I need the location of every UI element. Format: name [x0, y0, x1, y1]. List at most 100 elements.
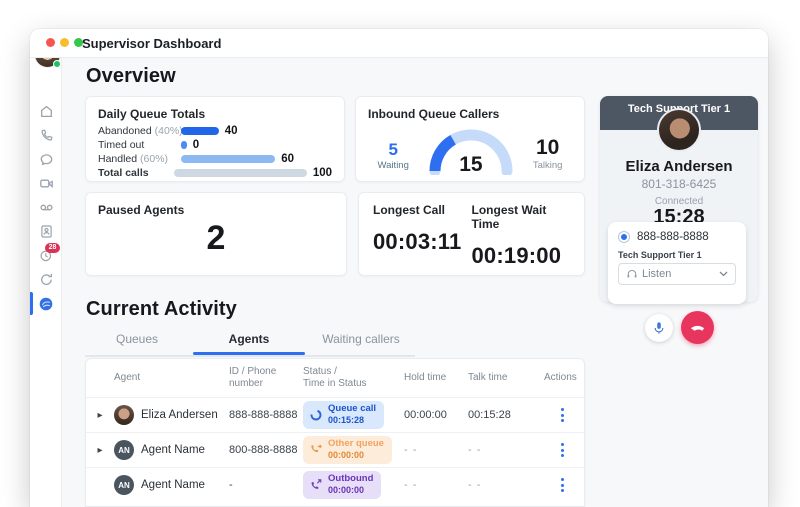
- talk-time: - -: [468, 479, 482, 491]
- chevron-down-icon: [719, 271, 728, 277]
- contact-card-icon: [40, 225, 52, 238]
- minimize-window-button[interactable]: [60, 38, 69, 47]
- agent-id: 888-888-8888: [229, 409, 298, 421]
- bar-abandoned: [181, 127, 219, 135]
- chart-row-total-calls: Total calls 100: [98, 167, 332, 179]
- close-window-button[interactable]: [46, 38, 55, 47]
- chart-row-handled: Handled (60%) 60: [98, 153, 295, 165]
- talk-time: - -: [468, 444, 482, 456]
- chat-icon: [40, 154, 52, 166]
- refresh-icon: [40, 273, 52, 285]
- sidebar-item-chat[interactable]: [30, 152, 62, 167]
- card-title: Inbound Queue Callers: [368, 107, 500, 121]
- agents-table: Agent ID / Phone number Status / Time in …: [85, 358, 585, 507]
- paused-agents-card: Paused Agents 2: [85, 192, 347, 276]
- sidebar-item-refresh[interactable]: [30, 272, 62, 287]
- phone-icon: [41, 129, 52, 141]
- line-radio-option[interactable]: 888-888-8888: [618, 231, 736, 243]
- hold-time: - -: [404, 479, 418, 491]
- home-icon: [40, 105, 52, 118]
- table-row: ▸ Eliza Andersen 888-888-8888 Queue call…: [86, 397, 584, 432]
- end-call-button[interactable]: [681, 311, 714, 344]
- active-call-panel: Tech Support Tier 1 Eliza Andersen 801-3…: [600, 96, 758, 304]
- hang-up-icon: [690, 325, 705, 331]
- tab-waiting-callers[interactable]: Waiting callers: [305, 332, 417, 355]
- gauge-talking-stat: 10 Talking: [532, 136, 563, 171]
- queue-totals-chart: Abandoned (40%) 40 Timed out 0 Handled (…: [98, 125, 332, 179]
- tab-divider: [85, 355, 415, 357]
- status-badge: Other queue 00:00:00: [303, 436, 392, 464]
- notification-badge: 28: [45, 243, 60, 253]
- titlebar: Supervisor Dashboard: [30, 29, 768, 58]
- expand-row-icon[interactable]: ▸: [86, 445, 114, 456]
- ai-brain-icon: [39, 297, 53, 310]
- bar-handled: [181, 155, 276, 163]
- listen-mode-value: Listen: [642, 268, 672, 280]
- agent-name: Eliza Andersen: [141, 409, 218, 421]
- longest-wait-stat: Longest Wait Time 00:19:00: [472, 203, 571, 268]
- hold-time: - -: [404, 444, 418, 456]
- longest-call-stat: Longest Call 00:03:11: [373, 203, 472, 265]
- avatar: AN: [114, 475, 134, 495]
- agent-id: 800-888-8888: [229, 444, 298, 456]
- page-title: Supervisor Dashboard: [82, 36, 222, 51]
- hold-time: 00:00:00: [404, 409, 447, 421]
- longest-times-card: Longest Call 00:03:11 Longest Wait Time …: [358, 192, 585, 276]
- sidebar-item-contacts[interactable]: [30, 224, 62, 239]
- expand-row-icon[interactable]: ▸: [86, 410, 114, 421]
- sidebar-item-home[interactable]: [30, 104, 62, 119]
- radio-selected-icon[interactable]: [618, 231, 630, 243]
- sidebar-item-history[interactable]: 28: [30, 243, 62, 263]
- voicemail-icon: [39, 204, 53, 211]
- status-badge: Outbound 00:00:00: [303, 471, 382, 499]
- line-number: 888-888-8888: [637, 231, 709, 243]
- inbound-queue-callers-card: Inbound Queue Callers 5 Waiting 15 10 Ta…: [355, 96, 585, 182]
- presence-indicator: [53, 60, 61, 68]
- caller-avatar: [657, 108, 701, 152]
- row-actions-menu[interactable]: [552, 440, 572, 460]
- caller-number: 801-318-6425: [641, 177, 717, 191]
- row-actions-menu[interactable]: [552, 475, 572, 495]
- bar-total-calls: [174, 169, 307, 177]
- talk-time: 00:15:28: [468, 409, 511, 421]
- sidebar-item-voicemail[interactable]: [30, 200, 62, 215]
- caller-name: Eliza Andersen: [625, 158, 733, 175]
- paused-agents-count: 2: [206, 219, 226, 257]
- daily-queue-totals-card: Daily Queue Totals Abandoned (40%) 40 Ti…: [85, 96, 345, 182]
- other-queue-icon: [311, 444, 322, 453]
- tab-agents[interactable]: Agents: [193, 332, 305, 355]
- sidebar-item-meetings[interactable]: [30, 176, 62, 191]
- agent-name: Agent Name: [141, 444, 205, 456]
- agent-name: Agent Name: [141, 479, 205, 491]
- table-header: Agent ID / Phone number Status / Time in …: [114, 365, 577, 390]
- card-title: Paused Agents: [98, 203, 185, 217]
- video-camera-icon: [39, 179, 53, 188]
- listen-line-card: 888-888-8888 Tech Support Tier 1 Listen: [608, 222, 746, 304]
- gauge-total: 15: [459, 153, 483, 176]
- agent-id: -: [229, 479, 233, 491]
- chart-row-timed-out: Timed out 0: [98, 139, 200, 151]
- avatar: [114, 405, 134, 425]
- row-actions-menu[interactable]: [552, 405, 572, 425]
- table-row: ▸ AN Agent Name 800-888-8888 Other queue…: [86, 432, 584, 467]
- line-queue-label: Tech Support Tier 1: [618, 250, 702, 260]
- table-row: AN Agent Name - Outbound 00:00:00 - - - -: [86, 467, 584, 502]
- bar-timed-out: [181, 141, 187, 149]
- overview-heading: Overview: [86, 65, 176, 87]
- listen-mode-dropdown[interactable]: Listen: [618, 263, 736, 285]
- avatar: AN: [114, 440, 134, 460]
- microphone-icon: [654, 322, 664, 334]
- window-controls: [46, 38, 83, 47]
- app-window: Supervisor Dashboard 28 Overview Daily Q…: [30, 29, 768, 507]
- sidebar-item-ai-assistant[interactable]: [30, 292, 62, 315]
- longest-call-value: 00:03:11: [373, 229, 462, 254]
- chart-row-abandoned: Abandoned (40%) 40: [98, 125, 238, 137]
- status-badge: Queue call 00:15:28: [303, 401, 385, 429]
- queue-gauge: 15: [423, 123, 519, 177]
- outbound-call-icon: [311, 479, 322, 489]
- longest-wait-value: 00:19:00: [471, 243, 562, 268]
- sidebar-item-calls[interactable]: [30, 128, 62, 143]
- mute-button[interactable]: [645, 314, 673, 342]
- gauge-waiting-stat: 5 Waiting: [377, 140, 409, 171]
- tab-queues[interactable]: Queues: [81, 332, 193, 355]
